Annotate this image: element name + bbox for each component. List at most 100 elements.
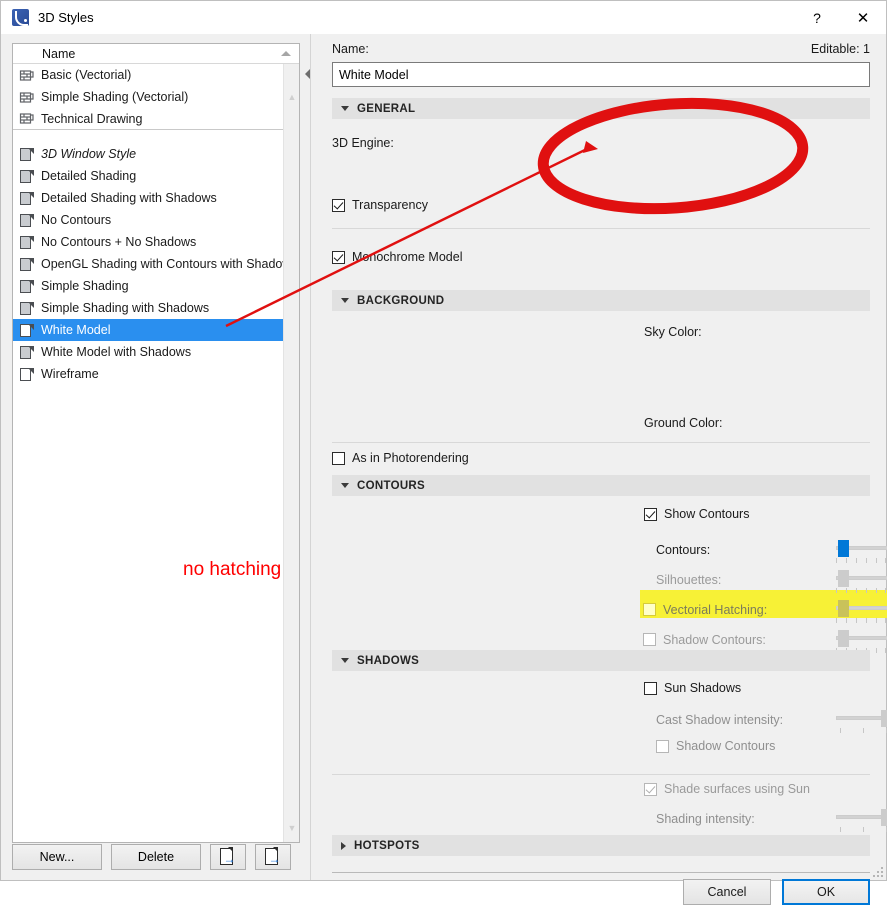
list-items-container: Basic (Vectorial) Simple Shading (Vector… [13,64,283,842]
transparency-checkbox[interactable] [332,198,345,212]
page-icon [19,345,34,360]
section-general-title: GENERAL [357,102,416,115]
new-button[interactable]: New... [12,844,102,870]
window-controls: ? ✕ [794,1,886,34]
divider [332,228,870,229]
vectorial-hatching-checkbox[interactable] [643,603,656,616]
silhouettes-slider-row: Silhouettes: 1 [656,567,887,593]
dialog-window: 3D Styles ? ✕ Name Basic (Vectorial) Sim… [0,0,887,905]
as-in-photorendering-checkbox[interactable] [332,451,345,465]
list-item-selected[interactable]: White Model [13,319,283,341]
list-item-label: Simple Shading with Shadows [41,301,210,315]
section-contours[interactable]: CONTOURS [332,475,870,496]
export-button[interactable]: → [255,844,291,870]
splitter-collapse-icon[interactable] [305,69,310,79]
as-in-photorendering-row[interactable]: As in Photorendering [332,451,562,465]
list-item[interactable]: Basic (Vectorial) [13,64,283,86]
shadow-contours-row: Shadow Contours: 1 [643,627,887,653]
styles-list-panel: Name Basic (Vectorial) Simple Shading (V… [1,34,311,880]
name-label: Name: [332,42,369,56]
list-column-header[interactable]: Name [13,44,299,64]
shade-surfaces-label: Shade surfaces using Sun [664,782,810,796]
list-item-label: Detailed Shading [41,169,137,183]
list-item-label: White Model [41,323,111,337]
list-item[interactable]: OpenGL Shading with Contours with Shadow… [13,253,283,275]
cast-shadow-label: Cast Shadow intensity: [656,712,784,727]
list-item[interactable]: No Contours [13,209,283,231]
list-item[interactable]: 3D Window Style [13,143,283,165]
show-contours-checkbox[interactable] [644,507,657,521]
section-shadows[interactable]: SHADOWS [332,650,870,671]
list-item[interactable]: Detailed Shading [13,165,283,187]
cancel-button[interactable]: Cancel [683,879,771,905]
panel-splitter[interactable] [303,34,312,880]
app-icon [12,8,29,26]
monochrome-checkbox[interactable] [332,250,345,264]
vectorial-hatching-slider[interactable] [836,597,887,623]
dialog-body: Name Basic (Vectorial) Simple Shading (V… [1,34,887,905]
shadow-contours-slider[interactable] [836,627,887,653]
list-item[interactable]: Simple Shading (Vectorial) [13,86,283,108]
contours-row-label: Contours: [656,542,711,557]
show-contours-label: Show Contours [664,507,750,521]
shading-intensity-row: Shading intensity: 0 [656,806,887,832]
as-in-photorendering-label: As in Photorendering [352,451,469,465]
editable-count: Editable: 1 [810,42,870,56]
sky-color-label: Sky Color: [644,325,702,339]
name-input[interactable] [332,62,870,87]
shade-surfaces-row[interactable]: Shade surfaces using Sun [644,782,810,796]
list-item[interactable]: Simple Shading [13,275,283,297]
list-item-label: Technical Drawing [41,111,143,126]
delete-button[interactable]: Delete [111,844,201,870]
list-item[interactable]: Wireframe [13,363,283,385]
contours-slider[interactable] [836,537,887,563]
transparency-row[interactable]: Transparency [332,198,532,212]
shadow-contours-toggle-row[interactable]: Shadow Contours [656,739,775,753]
resize-grip[interactable] [873,867,883,877]
list-item-label: 3D Window Style [41,147,137,161]
list-item[interactable]: Technical Drawing [13,108,283,130]
divider [332,774,870,775]
ground-color-label: Ground Color: [644,416,723,430]
list-item-label: Simple Shading [41,279,129,293]
list-item-label: Detailed Shading with Shadows [41,191,217,205]
sun-shadows-row[interactable]: Sun Shadows [644,681,741,695]
shadow-contours-toggle-label: Shadow Contours [676,739,776,753]
silhouettes-slider[interactable] [836,567,887,593]
sun-shadows-checkbox[interactable] [644,681,657,695]
close-icon[interactable]: ✕ [840,1,886,34]
settings-panel: Name: Editable: 1 GENERAL 3D Engine: Har… [312,34,887,905]
import-button[interactable]: → [210,844,246,870]
list-scrollbar[interactable]: ▲ ▼ [283,64,299,842]
section-background[interactable]: BACKGROUND [332,290,870,311]
cast-shadow-slider[interactable] [836,707,887,733]
section-contours-title: CONTOURS [357,479,425,492]
list-item[interactable]: Simple Shading with Shadows [13,297,283,319]
wireframe-icon [19,367,34,382]
list-group-gap [13,130,283,143]
page-icon [19,257,34,272]
sort-ascending-icon[interactable] [281,51,291,56]
list-item[interactable]: Detailed Shading with Shadows [13,187,283,209]
section-general[interactable]: GENERAL [332,98,870,119]
styles-listbox[interactable]: Name Basic (Vectorial) Simple Shading (V… [12,43,300,843]
monochrome-row[interactable]: Monochrome Model [332,250,562,264]
scroll-down-icon[interactable]: ▼ [284,819,300,836]
shading-intensity-slider[interactable] [836,806,887,832]
show-contours-row[interactable]: Show Contours [644,507,749,521]
shade-surfaces-checkbox[interactable] [644,782,657,796]
monochrome-label: Monochrome Model [352,250,463,264]
help-button[interactable]: ? [794,1,840,34]
transparency-label: Transparency [352,198,428,212]
list-item[interactable]: No Contours + No Shadows [13,231,283,253]
shading-intensity-label: Shading intensity: [656,811,755,826]
section-hotspots[interactable]: HOTSPOTS [332,835,870,856]
shadow-contours-checkbox[interactable] [643,633,656,646]
shadow-contours-toggle-checkbox[interactable] [656,739,669,753]
export-icon: → [264,847,282,867]
vectorial-hatching-row: Vectorial Hatching: 1 [643,597,887,623]
scroll-up-icon[interactable]: ▲ [284,88,300,105]
list-item[interactable]: White Model with Shadows [13,341,283,363]
sun-shadows-label: Sun Shadows [664,681,742,695]
ok-button[interactable]: OK [782,879,870,905]
